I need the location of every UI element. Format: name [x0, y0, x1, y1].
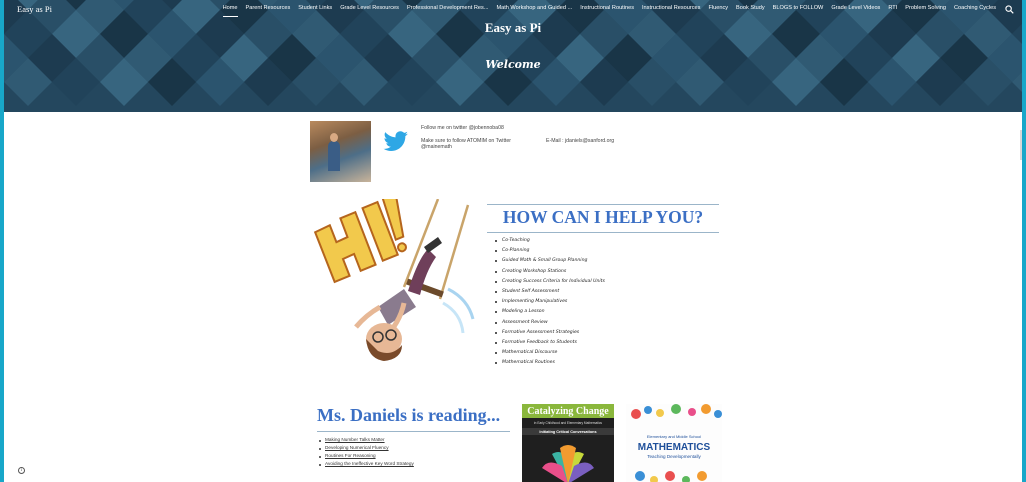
nav-items: Home Parent Resources Student Links Grad…: [219, 0, 1000, 19]
help-list: Co-Teaching Co-Planning Guided Math & Sm…: [495, 236, 605, 368]
list-item: Formative Feedback to Students: [495, 338, 605, 348]
twitter-bird-icon[interactable]: [383, 131, 409, 153]
book2-title: MATHEMATICS: [638, 442, 711, 453]
reading-heading: Ms. Daniels is reading...: [317, 405, 501, 425]
nav-item-instructional-routines[interactable]: Instructional Routines: [576, 0, 638, 19]
top-nav: Easy as Pi Home Parent Resources Student…: [4, 0, 1022, 19]
nav-item-student-links[interactable]: Student Links: [294, 0, 336, 19]
nav-item-fluency[interactable]: Fluency: [704, 0, 732, 19]
page: Easy as Pi Welcome Easy as Pi Home Paren…: [4, 0, 1022, 482]
list-item: Mathematical Discourse: [495, 348, 605, 358]
reading-link-routines-reasoning[interactable]: Routines For Reasoning: [325, 453, 376, 458]
nav-item-coaching-cycles[interactable]: Coaching Cycles: [950, 0, 1000, 19]
book1-banner: Initiating Critical Conversations: [539, 430, 596, 434]
reading-rule: [317, 431, 510, 432]
book1-subtitle: in Early Childhood and Elementary Mathem…: [534, 421, 602, 425]
banner-subtitle: Welcome: [485, 58, 541, 71]
book-cover-teaching-developmentally: Elementary and Middle School MATHEMATICS…: [626, 404, 722, 482]
nav-item-rti[interactable]: RTI: [884, 0, 901, 19]
hi-swing-illustration: [313, 199, 475, 361]
nav-item-parent-resources[interactable]: Parent Resources: [242, 0, 295, 19]
atomim-handle-text: @mainemath: [421, 144, 452, 150]
book2-subtitle: Teaching Developmentally: [647, 454, 701, 459]
list-item: Mathematical Routines: [495, 358, 605, 368]
book1-title: Catalyzing Change: [527, 406, 609, 417]
reading-link-numerical-fluency[interactable]: Developing Numerical Fluency: [325, 445, 389, 450]
list-item: Routines For Reasoning: [318, 452, 414, 460]
list-item: Co-Planning: [495, 246, 605, 256]
profile-photo: [310, 121, 371, 182]
email-text: E-Mail : jdaniels@sanford.org: [546, 138, 615, 144]
list-item: Modeling a Lesson: [495, 307, 605, 317]
nav-item-home[interactable]: Home: [219, 0, 242, 19]
list-item: Assessment Review: [495, 318, 605, 328]
nav-item-grade-level-resources[interactable]: Grade Level Resources: [336, 0, 403, 19]
reading-link-key-word-strategy[interactable]: Avoiding the Ineffective Key Word Strate…: [325, 461, 414, 466]
nav-item-problem-solving[interactable]: Problem Solving: [901, 0, 950, 19]
book2-line1: Elementary and Middle School: [647, 434, 701, 439]
list-item: Implementing Manipulatives: [495, 297, 605, 307]
list-item: Guided Math & Small Group Planning: [495, 256, 605, 266]
help-rule-top: [487, 204, 719, 205]
list-item: Making Number Talks Matter: [318, 436, 414, 444]
list-item: Co-Teaching: [495, 236, 605, 246]
twitter-follow-text: Follow me on twitter @jobennoba08: [421, 125, 504, 131]
banner-title: Easy as Pi: [484, 20, 542, 35]
nav-item-instructional-resources[interactable]: Instructional Resources: [638, 0, 704, 19]
list-item: Avoiding the Ineffective Key Word Strate…: [318, 460, 414, 468]
reading-link-number-talks[interactable]: Making Number Talks Matter: [325, 437, 385, 442]
book-cover-catalyzing-change: Catalyzing Change in Early Childhood and…: [522, 404, 614, 482]
nav-item-grade-level-videos[interactable]: Grade Level Videos: [827, 0, 884, 19]
nav-item-math-workshop[interactable]: Math Workshop and Guided ...: [492, 0, 576, 19]
list-item: Creating Success Criteria for Individual…: [495, 277, 605, 287]
help-rule-bottom: [487, 232, 719, 233]
nav-item-blogs-to-follow[interactable]: BLOGS to FOLLOW: [769, 0, 828, 19]
list-item: Developing Numerical Fluency: [318, 444, 414, 452]
site-title[interactable]: Easy as Pi: [17, 4, 52, 14]
nav-item-book-study[interactable]: Book Study: [732, 0, 769, 19]
help-heading: HOW CAN I HELP YOU?: [502, 207, 704, 227]
list-item: Creating Workshop Stations: [495, 267, 605, 277]
reading-list: Making Number Talks Matter Developing Nu…: [318, 436, 414, 468]
list-item: Student Self Assessment: [495, 287, 605, 297]
info-icon[interactable]: i: [18, 467, 25, 474]
list-item: Formative Assessment Strategies: [495, 328, 605, 338]
nav-item-professional-development[interactable]: Professional Development Res...: [403, 0, 492, 19]
scrollbar-thumb[interactable]: [1020, 130, 1022, 160]
search-icon[interactable]: [1005, 5, 1014, 14]
